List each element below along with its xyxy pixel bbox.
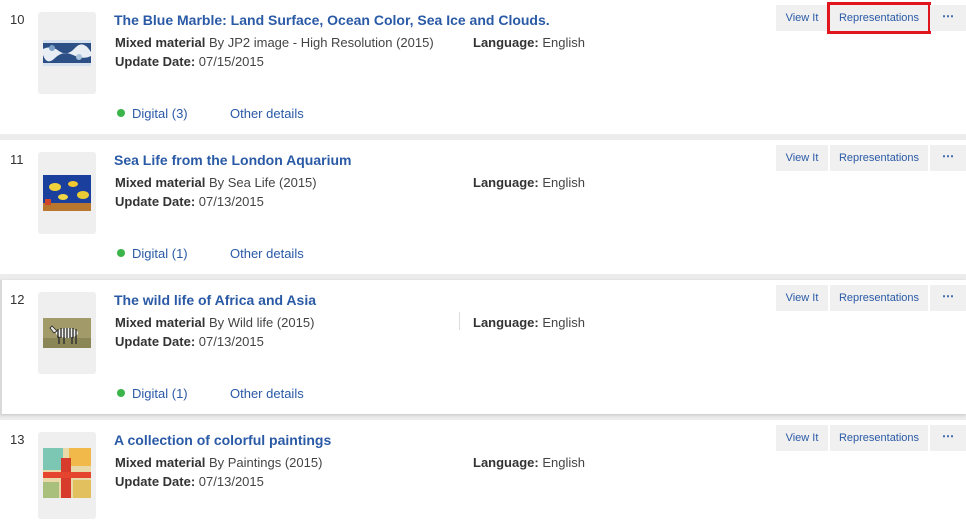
language-label: Language: xyxy=(473,175,539,190)
representations-button[interactable]: Representations xyxy=(830,145,928,171)
update-value: 07/15/2015 xyxy=(195,54,264,69)
availability-text: Digital (1) xyxy=(132,246,188,261)
available-dot-icon xyxy=(117,389,125,397)
result-number: 12 xyxy=(10,292,25,307)
by-text: By Wild life (2015) xyxy=(205,315,315,330)
result-title-link[interactable]: The Blue Marble: Land Surface, Ocean Col… xyxy=(114,12,550,28)
other-details-link[interactable]: Other details xyxy=(230,106,304,121)
view-it-button[interactable]: View It xyxy=(776,145,828,171)
more-options-icon[interactable]: ⋯ xyxy=(930,285,966,311)
result-title-link[interactable]: Sea Life from the London Aquarium xyxy=(114,152,352,168)
material-label: Mixed material xyxy=(115,35,206,50)
aquarium-fish-thumbnail-icon xyxy=(43,175,91,211)
result-title-link[interactable]: A collection of colorful paintings xyxy=(114,432,331,448)
update-line: Update Date: 07/13/2015 xyxy=(115,474,264,489)
availability-link[interactable]: Digital (1) xyxy=(117,386,188,401)
result-row: 13 A collection of colorful paintings Mi… xyxy=(0,420,966,527)
blue-marble-thumbnail-icon xyxy=(43,40,91,66)
thumbnail[interactable] xyxy=(38,152,96,234)
availability-text: Digital (1) xyxy=(132,386,188,401)
thumbnail[interactable] xyxy=(38,292,96,374)
material-line: Mixed material By JP2 image - High Resol… xyxy=(115,35,434,50)
material-label: Mixed material xyxy=(115,175,206,190)
representations-button[interactable]: Representations xyxy=(830,285,928,311)
result-number: 11 xyxy=(10,152,24,167)
abstract-painting-thumbnail-icon xyxy=(43,448,91,498)
availability-text: Digital (3) xyxy=(132,106,188,121)
available-dot-icon xyxy=(117,249,125,257)
representations-button[interactable]: Representations xyxy=(830,425,928,451)
by-text: By Sea Life (2015) xyxy=(205,175,317,190)
view-it-button[interactable]: View It xyxy=(776,5,828,31)
update-value: 07/13/2015 xyxy=(195,474,264,489)
update-value: 07/13/2015 xyxy=(195,334,264,349)
language-line: Language: English xyxy=(473,35,585,50)
language-line: Language: English xyxy=(473,455,585,470)
by-text: By JP2 image - High Resolution (2015) xyxy=(205,35,434,50)
available-dot-icon xyxy=(117,109,125,117)
update-label: Update Date: xyxy=(115,194,196,209)
availability-link[interactable]: Digital (3) xyxy=(117,106,188,121)
zebra-thumbnail-icon xyxy=(43,318,91,348)
material-line: Mixed material By Paintings (2015) xyxy=(115,455,322,470)
material-label: Mixed material xyxy=(115,315,206,330)
language-label: Language: xyxy=(473,315,539,330)
representations-button[interactable]: Representations xyxy=(827,2,931,34)
more-options-icon[interactable]: ⋯ xyxy=(930,145,966,171)
language-value: English xyxy=(538,175,585,190)
result-row: 11 Sea Life from the London Aquarium Mix… xyxy=(0,140,966,274)
more-options-icon[interactable]: ⋯ xyxy=(930,425,966,451)
other-details-link[interactable]: Other details xyxy=(230,386,304,401)
update-line: Update Date: 07/13/2015 xyxy=(115,194,264,209)
language-label: Language: xyxy=(473,35,539,50)
language-line: Language: English xyxy=(473,175,585,190)
result-title-link[interactable]: The wild life of Africa and Asia xyxy=(114,292,316,308)
availability-link[interactable]: Digital (1) xyxy=(117,246,188,261)
update-value: 07/13/2015 xyxy=(195,194,264,209)
language-value: English xyxy=(538,35,585,50)
column-divider xyxy=(459,312,460,330)
material-line: Mixed material By Sea Life (2015) xyxy=(115,175,317,190)
more-options-icon[interactable]: ⋯ xyxy=(930,5,966,31)
view-it-button[interactable]: View It xyxy=(776,285,828,311)
result-number: 10 xyxy=(10,12,25,27)
result-row: 12 The wild life of Africa and Asia Mixe… xyxy=(0,280,966,414)
language-line: Language: English xyxy=(473,315,585,330)
thumbnail[interactable] xyxy=(38,12,96,94)
language-label: Language: xyxy=(473,455,539,470)
update-label: Update Date: xyxy=(115,334,196,349)
result-number: 13 xyxy=(10,432,25,447)
view-it-button[interactable]: View It xyxy=(776,425,828,451)
material-label: Mixed material xyxy=(115,455,206,470)
other-details-link[interactable]: Other details xyxy=(230,246,304,261)
update-label: Update Date: xyxy=(115,474,196,489)
update-line: Update Date: 07/15/2015 xyxy=(115,54,264,69)
language-value: English xyxy=(538,455,585,470)
thumbnail[interactable] xyxy=(38,432,96,519)
result-row: 10 The Blue Marble: Land Surface, Ocean … xyxy=(0,0,966,134)
update-label: Update Date: xyxy=(115,54,196,69)
by-text: By Paintings (2015) xyxy=(205,455,323,470)
update-line: Update Date: 07/13/2015 xyxy=(115,334,264,349)
language-value: English xyxy=(538,315,585,330)
material-line: Mixed material By Wild life (2015) xyxy=(115,315,314,330)
